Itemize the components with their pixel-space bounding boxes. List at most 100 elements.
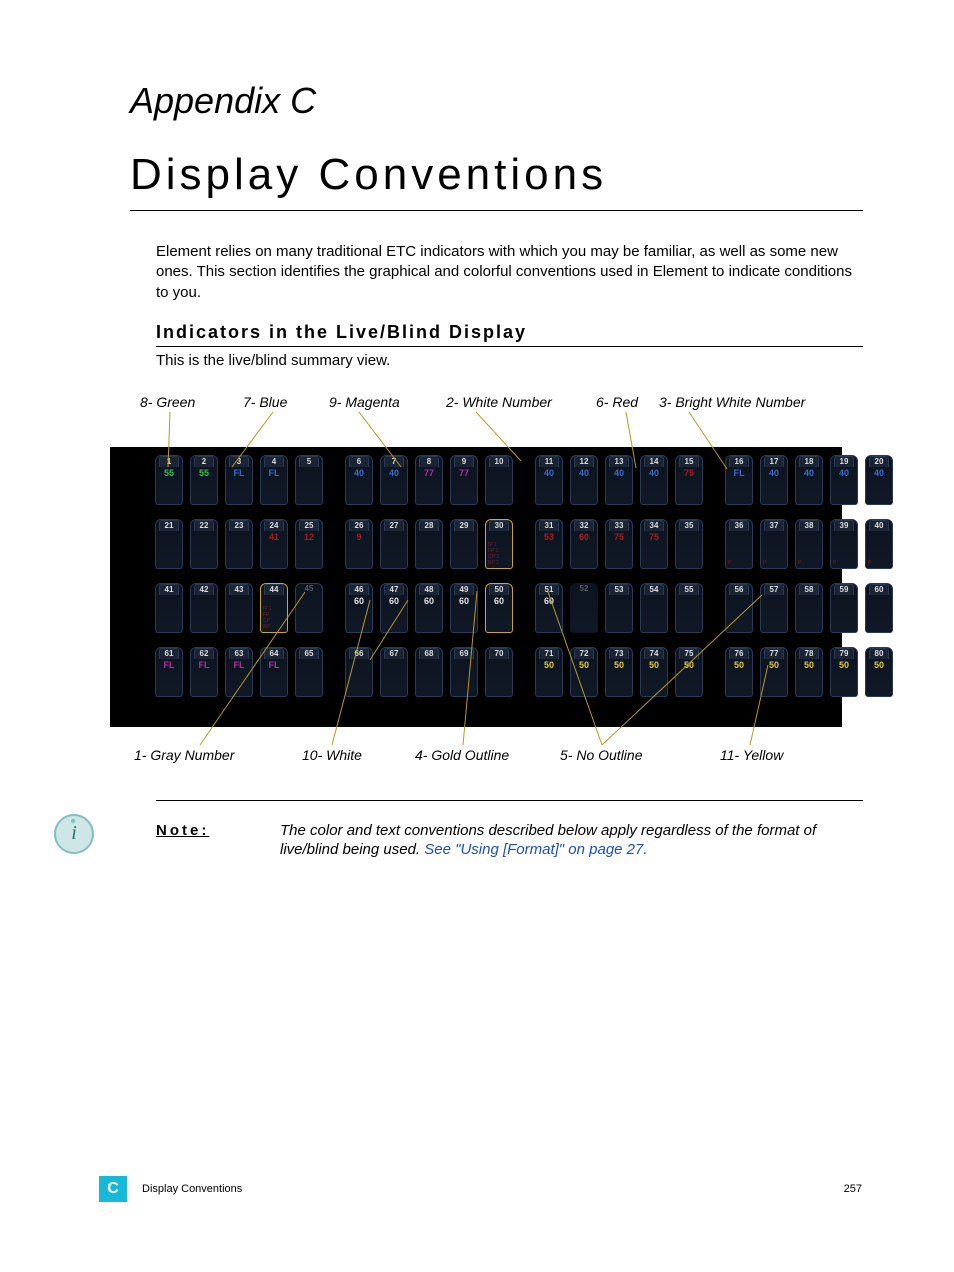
- divider: [156, 346, 863, 347]
- channel-cell: 40P: [865, 519, 893, 569]
- channel-cell: 977: [450, 455, 478, 505]
- intro-paragraph: Element relies on many traditional ETC i…: [156, 242, 856, 303]
- channel-cell: 59: [830, 583, 858, 633]
- channel-cell: 1240: [570, 455, 598, 505]
- channel-cell: 54: [640, 583, 668, 633]
- page-title: Display Conventions: [130, 150, 607, 200]
- footer-title: Display Conventions: [142, 1183, 242, 1195]
- channel-cell: 56: [725, 583, 753, 633]
- callout-label: 6- Red: [596, 394, 638, 410]
- callout-label: 4- Gold Outline: [415, 747, 509, 763]
- note-link[interactable]: See "Using [Format]" on page 27.: [424, 841, 647, 858]
- live-blind-display: 1552553FL4FL5640740877977101140124013401…: [110, 447, 842, 727]
- channel-cell: 7550: [675, 647, 703, 697]
- channel-cell: 3FL: [225, 455, 253, 505]
- channel-cell: 5: [295, 455, 323, 505]
- channel-cell: 70: [485, 647, 513, 697]
- channel-cell: 61FL: [155, 647, 183, 697]
- callout-label: 11- Yellow: [720, 747, 783, 763]
- callout-label: 3- Bright White Number: [659, 394, 805, 410]
- appendix-badge: C: [99, 1176, 127, 1202]
- channel-cell: 7450: [640, 647, 668, 697]
- section-heading: Indicators in the Live/Blind Display: [156, 322, 527, 343]
- channel-cell: 5160: [535, 583, 563, 633]
- channel-cell: 16FL: [725, 455, 753, 505]
- channel-cell: 1340: [605, 455, 633, 505]
- channel-cell: 1140: [535, 455, 563, 505]
- channel-cell: 21: [155, 519, 183, 569]
- callout-label: 10- White: [302, 747, 362, 763]
- channel-cell: 28: [415, 519, 443, 569]
- channel-cell: 5060: [485, 583, 513, 633]
- channel-cell: 69: [450, 647, 478, 697]
- channel-cell: 3375: [605, 519, 633, 569]
- channel-cell: 63FL: [225, 647, 253, 697]
- page-number: 257: [844, 1183, 862, 1195]
- channel-cell: 29: [450, 519, 478, 569]
- channel-cell: 7750: [760, 647, 788, 697]
- channel-cell: 39P: [830, 519, 858, 569]
- channel-cell: 1575: [675, 455, 703, 505]
- channel-cell: 35: [675, 519, 703, 569]
- channel-cell: 7950: [830, 647, 858, 697]
- channel-cell: 22: [190, 519, 218, 569]
- channel-cell: 3260: [570, 519, 598, 569]
- note-label: Note:: [156, 822, 209, 839]
- channel-cell: 65: [295, 647, 323, 697]
- channel-cell: 53: [605, 583, 633, 633]
- channel-cell: 740: [380, 455, 408, 505]
- channel-cell: 27: [380, 519, 408, 569]
- callout-label: 7- Blue: [243, 394, 287, 410]
- channel-cell: 44IP 1FPCPBP: [260, 583, 288, 633]
- channel-cell: 3475: [640, 519, 668, 569]
- channel-cell: 8050: [865, 647, 893, 697]
- channel-cell: 10: [485, 455, 513, 505]
- channel-cell: 2512: [295, 519, 323, 569]
- section-subtext: This is the live/blind summary view.: [156, 352, 390, 369]
- note-text: The color and text conventions described…: [280, 822, 860, 860]
- channel-cell: 4960: [450, 583, 478, 633]
- channel-cell: 62FL: [190, 647, 218, 697]
- channel-cell: 55: [675, 583, 703, 633]
- channel-cell: 1840: [795, 455, 823, 505]
- appendix-label: Appendix C: [130, 80, 316, 122]
- channel-cell: 7350: [605, 647, 633, 697]
- callout-label: 9- Magenta: [329, 394, 400, 410]
- channel-cell: 1440: [640, 455, 668, 505]
- channel-cell: 68: [415, 647, 443, 697]
- callout-label: 1- Gray Number: [134, 747, 234, 763]
- channel-cell: 4860: [415, 583, 443, 633]
- channel-cell: 58: [795, 583, 823, 633]
- channel-cell: 4FL: [260, 455, 288, 505]
- channel-cell: 4760: [380, 583, 408, 633]
- channel-cell: 2040: [865, 455, 893, 505]
- channel-cell: 1940: [830, 455, 858, 505]
- channel-cell: 255: [190, 455, 218, 505]
- channel-cell: 66: [345, 647, 373, 697]
- channel-cell: 52: [570, 583, 598, 633]
- channel-cell: 23: [225, 519, 253, 569]
- channel-cell: 42: [190, 583, 218, 633]
- channel-cell: 3153: [535, 519, 563, 569]
- channel-cell: 155: [155, 455, 183, 505]
- channel-cell: 43: [225, 583, 253, 633]
- channel-cell: 67: [380, 647, 408, 697]
- channel-cell: 38P: [795, 519, 823, 569]
- channel-cell: 877: [415, 455, 443, 505]
- channel-cell: 36P: [725, 519, 753, 569]
- divider: [130, 210, 863, 211]
- info-icon: i: [54, 814, 94, 854]
- channel-cell: 7150: [535, 647, 563, 697]
- callout-label: 5- No Outline: [560, 747, 642, 763]
- channel-cell: 37P: [760, 519, 788, 569]
- channel-cell: 57: [760, 583, 788, 633]
- channel-cell: 7250: [570, 647, 598, 697]
- channel-cell: 640: [345, 455, 373, 505]
- channel-cell: 30IP 1FP 2CP 2BP 2: [485, 519, 513, 569]
- channel-cell: 45: [295, 583, 323, 633]
- divider: [156, 800, 863, 801]
- channel-cell: 7650: [725, 647, 753, 697]
- channel-cell: 4660: [345, 583, 373, 633]
- channel-cell: 7850: [795, 647, 823, 697]
- channel-cell: 269: [345, 519, 373, 569]
